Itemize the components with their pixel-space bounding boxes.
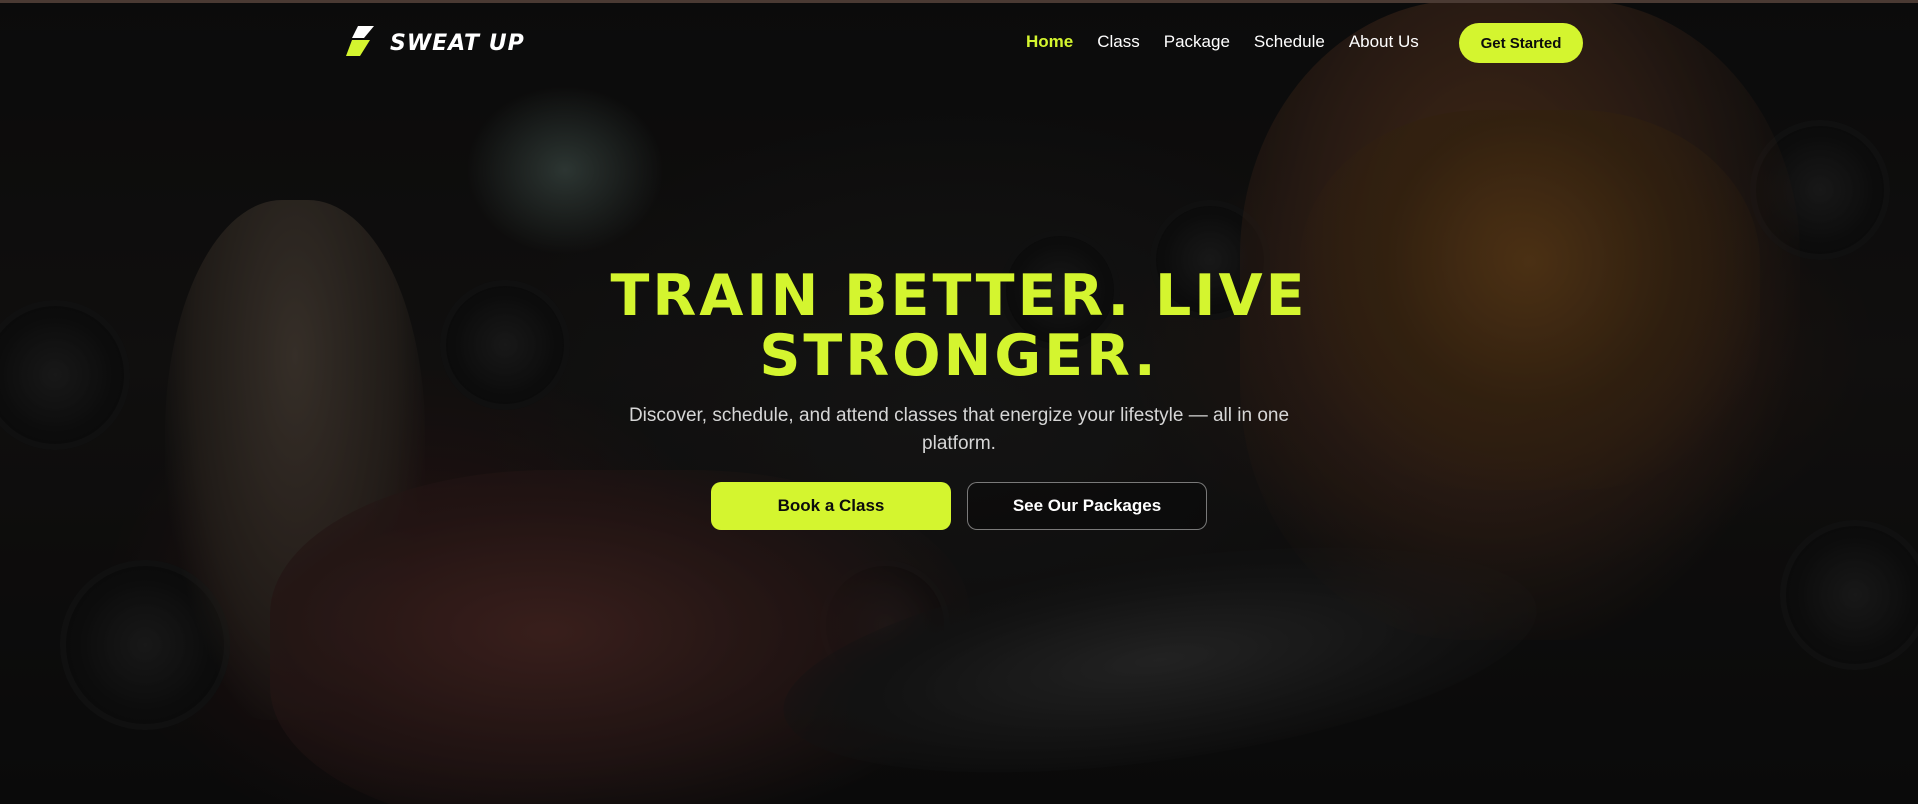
nav-link-home[interactable]: Home bbox=[1026, 32, 1073, 52]
see-our-packages-button[interactable]: See Our Packages bbox=[967, 482, 1207, 530]
book-a-class-button[interactable]: Book a Class bbox=[711, 482, 951, 530]
brand-name: SWEAT UP bbox=[390, 30, 525, 56]
hero-subtitle: Discover, schedule, and attend classes t… bbox=[628, 405, 1290, 454]
nav-link-class[interactable]: Class bbox=[1097, 32, 1140, 52]
hero-buttons: Book a Class See Our Packages bbox=[0, 482, 1918, 530]
bolt-logo-icon bbox=[344, 24, 384, 62]
nav-links: Home Class Package Schedule About Us bbox=[1026, 32, 1419, 52]
hero-title: TRAIN BETTER. LIVE STRONGER. bbox=[610, 263, 1308, 389]
hero-section: TRAIN BETTER. LIVE STRONGER. Discover, s… bbox=[0, 266, 1918, 530]
logo[interactable]: SWEAT UP bbox=[344, 26, 525, 60]
navbar: SWEAT UP Home Class Package Schedule Abo… bbox=[0, 0, 1918, 84]
nav-link-about-us[interactable]: About Us bbox=[1349, 32, 1419, 52]
get-started-button[interactable]: Get Started bbox=[1459, 23, 1583, 63]
nav-link-schedule[interactable]: Schedule bbox=[1254, 32, 1325, 52]
nav-link-package[interactable]: Package bbox=[1164, 32, 1230, 52]
